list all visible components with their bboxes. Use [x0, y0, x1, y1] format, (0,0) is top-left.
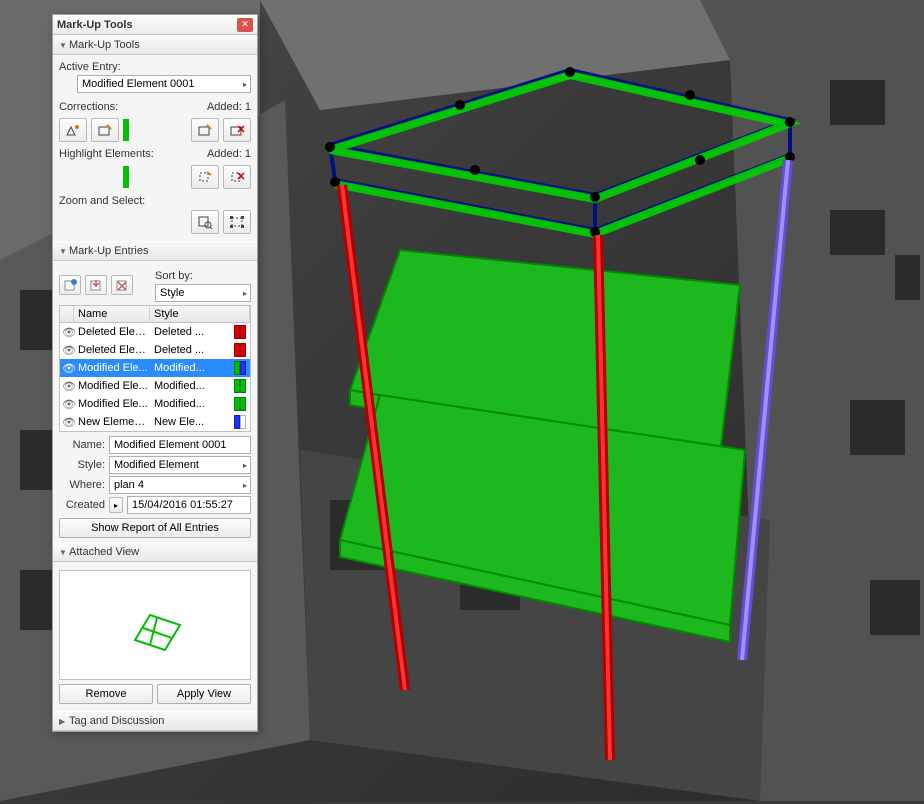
chevron-right-icon: ▶	[59, 717, 69, 726]
import-entry-button[interactable]	[85, 275, 107, 295]
remove-view-button[interactable]: Remove	[59, 684, 153, 704]
where-dropdown[interactable]: plan 4▸	[109, 476, 251, 494]
remove-correction-button[interactable]	[223, 118, 251, 142]
chevron-down-icon: ▼	[59, 247, 69, 256]
row-swatches	[234, 379, 248, 393]
row-style: Modified...	[152, 362, 234, 374]
row-swatches	[234, 343, 248, 357]
visibility-icon[interactable]: 👁	[62, 326, 76, 339]
list-row[interactable]: 👁Deleted Elem...Deleted ...	[60, 341, 250, 359]
row-name: New Element ...	[76, 416, 152, 428]
row-name: Deleted Elem...	[76, 326, 152, 338]
section-body-view: Remove Apply View	[53, 562, 257, 711]
visibility-icon[interactable]: 👁	[62, 344, 76, 357]
visibility-icon[interactable]: 👁	[62, 362, 76, 375]
select-button[interactable]	[223, 210, 251, 234]
section-title-view: Attached View	[69, 546, 139, 558]
name-field[interactable]: Modified Element 0001	[109, 436, 251, 454]
highlight-label: Highlight Elements:	[59, 148, 154, 160]
new-entry-button[interactable]	[59, 275, 81, 295]
list-row[interactable]: 👁Modified Ele...Modified...	[60, 359, 250, 377]
markup-tools-panel: Mark-Up Tools ✕ ▼ Mark-Up Tools Active E…	[52, 14, 258, 732]
added-count-2: Added: 1	[207, 148, 251, 160]
list-row[interactable]: 👁Modified Ele...Modified...	[60, 377, 250, 395]
sort-by-dropdown[interactable]: Style ▸	[155, 284, 251, 302]
green-indicator	[123, 119, 129, 141]
visibility-icon[interactable]: 👁	[62, 380, 76, 393]
chevron-down-icon: ▼	[59, 41, 69, 50]
attached-view-preview[interactable]	[59, 570, 251, 680]
entries-list: Name Style 👁Deleted Elem...Deleted ...👁D…	[59, 305, 251, 432]
created-nav-button[interactable]: ▸	[109, 497, 123, 513]
add-correction-button[interactable]	[191, 118, 219, 142]
chevron-right-icon: ▸	[243, 481, 247, 490]
section-title-entries: Mark-Up Entries	[69, 245, 148, 257]
section-header-tag[interactable]: ▶ Tag and Discussion	[53, 711, 257, 731]
delete-entry-button[interactable]	[111, 275, 133, 295]
correction-tool-1[interactable]	[59, 118, 87, 142]
panel-titlebar[interactable]: Mark-Up Tools ✕	[53, 15, 257, 35]
added-count-1: Added: 1	[207, 101, 251, 113]
row-style: Deleted ...	[152, 326, 234, 338]
list-header: Name Style	[60, 306, 250, 323]
form-name-label: Name:	[59, 439, 105, 451]
column-name[interactable]: Name	[74, 306, 150, 322]
section-body-entries: Sort by: Style ▸ Name Style 👁Deleted Ele…	[53, 261, 257, 542]
row-name: Modified Ele...	[76, 362, 152, 374]
row-swatches	[234, 397, 248, 411]
column-style[interactable]: Style	[150, 306, 250, 322]
corrections-label: Corrections:	[59, 101, 118, 113]
section-title-tools: Mark-Up Tools	[69, 39, 140, 51]
zoom-select-label: Zoom and Select:	[59, 195, 251, 207]
section-header-tools[interactable]: ▼ Mark-Up Tools	[53, 35, 257, 55]
green-indicator-2	[123, 166, 129, 188]
chevron-down-icon: ▼	[59, 548, 69, 557]
correction-tool-2[interactable]	[91, 118, 119, 142]
zoom-button[interactable]	[191, 210, 219, 234]
close-button[interactable]: ✕	[237, 18, 253, 32]
section-title-tag: Tag and Discussion	[69, 715, 164, 727]
sort-by-value: Style	[160, 287, 184, 299]
visibility-icon[interactable]: 👁	[62, 416, 76, 429]
form-created-label: Created	[59, 499, 105, 511]
row-name: Modified Ele...	[76, 398, 152, 410]
form-where-label: Where:	[59, 479, 105, 491]
row-name: Modified Ele...	[76, 380, 152, 392]
style-dropdown[interactable]: Modified Element▸	[109, 456, 251, 474]
active-entry-label: Active Entry:	[59, 61, 251, 73]
chevron-right-icon: ▸	[243, 80, 247, 89]
visibility-icon[interactable]: 👁	[62, 398, 76, 411]
section-header-view[interactable]: ▼ Attached View	[53, 542, 257, 562]
section-body-tools: Active Entry: Modified Element 0001 ▸ Co…	[53, 55, 257, 241]
active-entry-value: Modified Element 0001	[82, 78, 195, 90]
row-style: Modified...	[152, 380, 234, 392]
remove-highlight-button[interactable]	[223, 165, 251, 189]
list-row[interactable]: 👁Deleted Elem...Deleted ...	[60, 323, 250, 341]
created-field[interactable]: 15/04/2016 01:55:27	[127, 496, 251, 514]
form-style-label: Style:	[59, 459, 105, 471]
chevron-right-icon: ▸	[243, 461, 247, 470]
row-swatches	[234, 325, 248, 339]
row-style: Modified...	[152, 398, 234, 410]
sort-by-label: Sort by:	[155, 270, 251, 282]
row-style: New Ele...	[152, 416, 234, 428]
row-name: Deleted Elem...	[76, 344, 152, 356]
row-swatches	[234, 415, 248, 429]
panel-title: Mark-Up Tools	[57, 19, 237, 31]
list-row[interactable]: 👁Modified Ele...Modified...	[60, 395, 250, 413]
list-row[interactable]: 👁New Element ...New Ele...	[60, 413, 250, 431]
row-style: Deleted ...	[152, 344, 234, 356]
chevron-right-icon: ▸	[243, 289, 247, 298]
section-header-entries[interactable]: ▼ Mark-Up Entries	[53, 241, 257, 261]
add-highlight-button[interactable]	[191, 165, 219, 189]
row-swatches	[234, 361, 248, 375]
show-report-button[interactable]: Show Report of All Entries	[59, 518, 251, 538]
active-entry-dropdown[interactable]: Modified Element 0001 ▸	[77, 75, 251, 93]
apply-view-button[interactable]: Apply View	[157, 684, 251, 704]
